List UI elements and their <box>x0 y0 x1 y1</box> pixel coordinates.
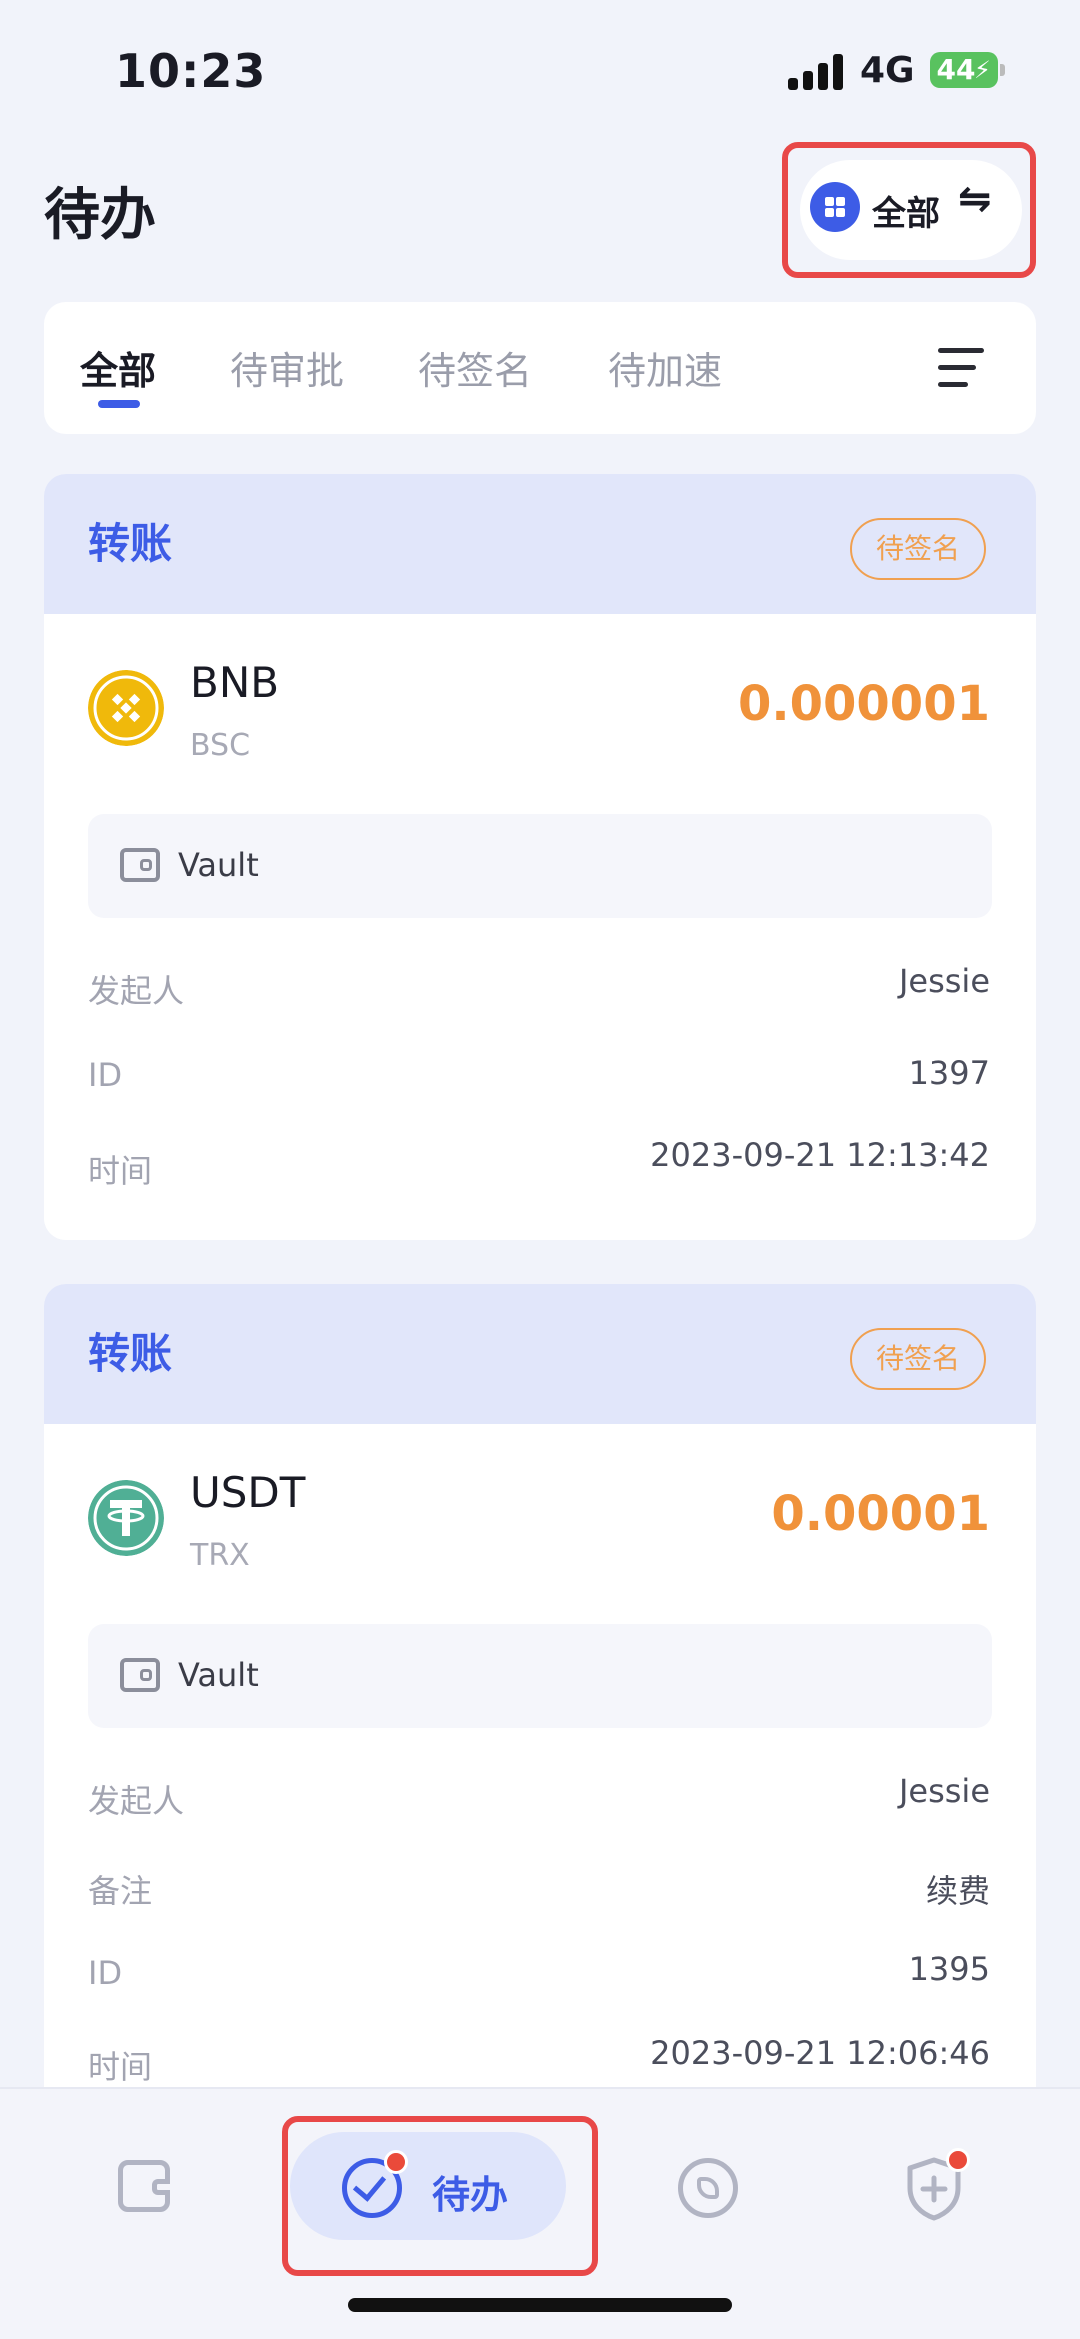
usdt-icon <box>88 1480 164 1556</box>
time-label: 时间 <box>88 1152 153 1190</box>
card-body: USDT TRX 0.00001 Vault 发起人 Jessie 备注 续费 … <box>44 1424 1036 2114</box>
notification-dot <box>946 2148 970 2172</box>
bnb-icon <box>88 670 164 746</box>
id-value: 1395 <box>908 1950 990 1988</box>
signal-icon <box>788 54 848 90</box>
active-tab-indicator <box>98 400 140 408</box>
time-value: 2023-09-21 12:06:46 <box>650 2034 990 2072</box>
transaction-card[interactable]: 转账 待签名 BNB BSC 0.000001 Vault 发起人 Jessie… <box>44 474 1036 1240</box>
transaction-card[interactable]: 转账 待签名 USDT TRX 0.00001 Vault 发起人 Jessie… <box>44 1284 1036 2114</box>
time-value: 2023-09-21 12:13:42 <box>650 1136 990 1174</box>
highlight-box <box>782 142 1036 278</box>
tab-pending-signature[interactable]: 待签名 <box>418 340 532 395</box>
battery-icon: 44 ⚡ <box>930 52 1005 88</box>
id-label: ID <box>88 1954 123 1992</box>
status-bar: 10:23 4G 44 ⚡ <box>0 0 1080 140</box>
charging-bolt-icon: ⚡ <box>974 56 991 84</box>
wallet-icon[interactable] <box>118 2160 170 2212</box>
vault-name: Vault <box>178 1656 259 1694</box>
status-badge: 待签名 <box>850 1328 986 1390</box>
id-label: ID <box>88 1056 123 1094</box>
remark-value: 续费 <box>925 1872 990 1910</box>
compass-icon[interactable] <box>678 2158 738 2218</box>
highlight-box <box>282 2116 598 2276</box>
chain-name: TRX <box>190 1538 250 1573</box>
initiator-label: 发起人 <box>88 972 185 1010</box>
home-indicator <box>348 2298 732 2312</box>
card-type: 转账 <box>88 1329 173 1378</box>
initiator-value: Jessie <box>898 962 990 1000</box>
initiator-value: Jessie <box>898 1772 990 1810</box>
wallet-icon <box>120 1658 160 1692</box>
tab-pending-approval[interactable]: 待审批 <box>230 340 344 395</box>
amount: 0.000001 <box>737 676 990 732</box>
card-type: 转账 <box>88 519 173 568</box>
network-type: 4G <box>860 50 915 91</box>
vault-row: Vault <box>88 814 992 918</box>
coin-name: BNB <box>190 658 280 707</box>
filter-tabs <box>44 302 1036 434</box>
battery-cap <box>1000 64 1005 76</box>
coin-name: USDT <box>190 1468 306 1517</box>
vault-row: Vault <box>88 1624 992 1728</box>
card-body: BNB BSC 0.000001 Vault 发起人 Jessie ID 139… <box>44 614 1036 1240</box>
page-title: 待办 <box>44 183 156 248</box>
card-header: 转账 待签名 <box>44 474 1036 614</box>
status-badge: 待签名 <box>850 518 986 580</box>
chain-name: BSC <box>190 728 251 763</box>
initiator-label: 发起人 <box>88 1782 185 1820</box>
amount: 0.00001 <box>771 1486 990 1542</box>
vault-name: Vault <box>178 846 259 884</box>
wallet-icon <box>120 848 160 882</box>
remark-label: 备注 <box>88 1872 153 1910</box>
tab-all[interactable]: 全部 <box>80 340 156 395</box>
menu-icon[interactable] <box>938 348 984 388</box>
time-label: 时间 <box>88 2048 153 2086</box>
status-time: 10:23 <box>115 44 267 98</box>
tab-pending-acceleration[interactable]: 待加速 <box>608 340 722 395</box>
id-value: 1397 <box>908 1054 990 1092</box>
card-header: 转账 待签名 <box>44 1284 1036 1424</box>
